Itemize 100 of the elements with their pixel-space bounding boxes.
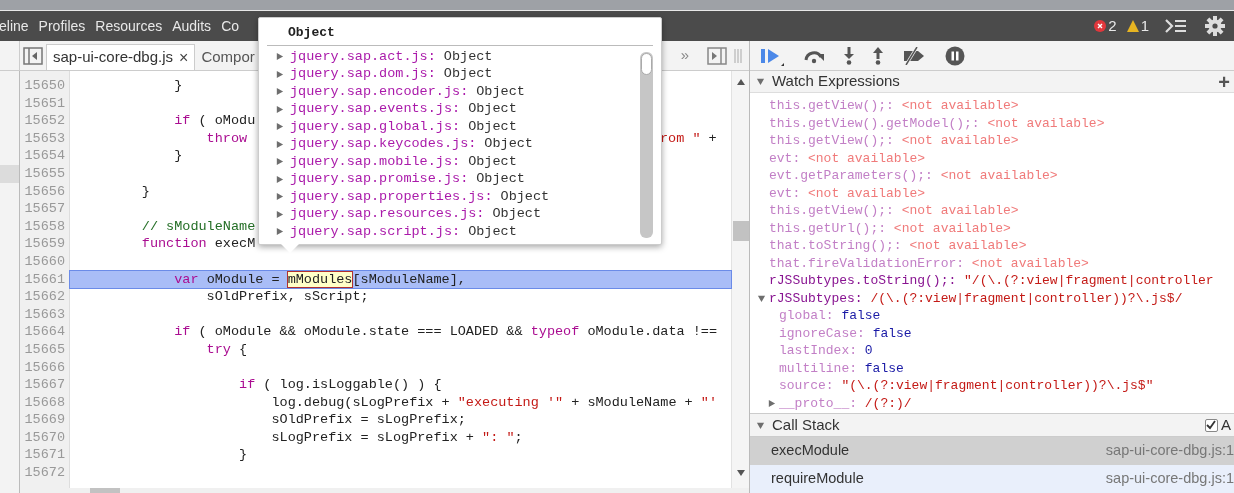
object-property-row[interactable]: jquery.sap.keycodes.js: Object <box>275 135 640 153</box>
sidebar-toggle-icon[interactable] <box>23 47 43 65</box>
drag-handle-icon[interactable] <box>733 48 743 64</box>
line-number: 15663 <box>23 305 65 324</box>
line-number: 15664 <box>23 323 65 341</box>
close-tab-button[interactable]: × <box>179 45 189 70</box>
line-number: 15665 <box>23 340 65 359</box>
code-token: ": " <box>482 429 515 445</box>
line-number: 15654 <box>23 147 65 165</box>
scroll-up-icon[interactable] <box>736 79 745 85</box>
object-property-row[interactable]: jquery.sap.events.js: Object <box>275 100 640 118</box>
file-tab[interactable]: Compor <box>195 44 261 70</box>
scrollbar-thumb[interactable] <box>732 221 749 241</box>
code-token: execM <box>213 236 256 252</box>
code-token: var <box>173 271 199 287</box>
frame-location: sap-ui-core-dbg.js:1 <box>1105 441 1234 461</box>
step-out-icon[interactable] <box>873 46 883 65</box>
object-property-row[interactable]: jquery.sap.resources.js: Object <box>275 205 640 223</box>
watch-value: <not available> <box>940 167 1058 185</box>
object-property-row[interactable]: jquery.sap.promise.js: Object <box>275 170 640 188</box>
horizontal-scrollbar-thumb[interactable] <box>90 488 120 493</box>
object-property-row[interactable]: jquery.sap.dom.js: Object <box>275 65 640 83</box>
code-token: sOldPrefix, sScript; <box>205 289 369 305</box>
watch-expression: this.getView();: <box>769 97 894 115</box>
line-number: 15671 <box>23 446 65 465</box>
console-drawer-icon[interactable] <box>1165 19 1187 33</box>
code-token: [sModuleName], <box>352 271 466 287</box>
line-number: 15655 <box>23 164 65 183</box>
line-number: 15661 <box>23 270 65 289</box>
collapse-arrow-icon[interactable] <box>757 293 766 303</box>
watch-value: <not available> <box>808 149 926 168</box>
watch-expression: that.toString();: <box>769 237 902 255</box>
function-name: execModule <box>771 441 850 461</box>
code-token: typeof <box>530 324 580 340</box>
vertical-scrollbar[interactable] <box>731 71 749 488</box>
pause-icon[interactable] <box>945 45 965 66</box>
watch-expression: source: <box>779 377 834 395</box>
line-number: 15653 <box>23 129 65 148</box>
code-token: sOldPrefix = sLogPrefix; <box>270 412 466 428</box>
watch-value: /(\.(?:view|fragment|controller))?\.js$/ <box>870 289 1183 308</box>
code-token: { <box>238 341 248 357</box>
call-frame[interactable]: requireModule sap-ui-core-dbg.js:1 <box>750 465 1234 493</box>
section-header[interactable]: Watch Expressions + <box>750 71 1234 93</box>
collapse-arrow-icon <box>756 77 765 86</box>
add-expression-button[interactable]: + <box>1218 71 1230 92</box>
panel-tab[interactable]: Co <box>221 15 240 37</box>
settings-icon[interactable] <box>1205 16 1225 36</box>
deactivate-breakpoints-icon[interactable] <box>902 46 926 65</box>
code-token: if <box>173 113 191 129</box>
code-token: ( oModule && oModule.state === LOADED && <box>197 324 524 340</box>
code-token: log.debug(sLogPrefix + <box>270 394 451 410</box>
error-icon <box>1094 20 1107 32</box>
line-number: 15656 <box>23 182 65 201</box>
object-property-row[interactable]: jquery.sap.script.js: Object <box>275 223 640 241</box>
code-token: ( oModu <box>197 113 256 129</box>
warning-count: 1 <box>1140 15 1149 36</box>
code-token: "' <box>700 394 718 410</box>
watch-expression: this.getUrl();: <box>769 219 887 238</box>
line-number: 15650 <box>23 77 65 95</box>
watch-expression: this.getView();: <box>769 132 894 150</box>
watch-value: false <box>841 307 881 325</box>
error-count: 2 <box>1108 15 1117 36</box>
watch-expression: rJSSubtypes.toString();: <box>769 272 957 290</box>
section-header[interactable]: Call Stack A <box>750 413 1234 437</box>
watch-expression: this.getView();: <box>769 202 894 220</box>
hovered-token: mModules <box>287 271 353 287</box>
expand-arrow-icon[interactable] <box>767 398 776 408</box>
frame-location: sap-ui-core-dbg.js:1 <box>1105 469 1234 489</box>
object-property-row[interactable]: jquery.sap.global.js: Object <box>275 118 640 136</box>
popover-scrollbar[interactable] <box>640 52 653 238</box>
panel-tab[interactable]: Profiles <box>38 15 86 37</box>
line-number: 15657 <box>23 200 65 218</box>
watch-expression: evt: <box>769 184 801 203</box>
watch-expression: that.fireValidationError: <box>769 254 965 273</box>
code-token: if <box>238 377 256 393</box>
code-token: } <box>173 148 183 164</box>
line-number: 15652 <box>23 112 65 130</box>
async-label: A <box>1221 414 1231 435</box>
panel-tab[interactable]: Audits <box>172 15 212 37</box>
scrollbar-thumb[interactable] <box>641 53 652 75</box>
scroll-down-icon[interactable] <box>736 470 745 476</box>
step-into-icon[interactable] <box>844 46 854 65</box>
watch-value: <not available> <box>901 97 1019 115</box>
async-checkbox[interactable] <box>1205 418 1218 432</box>
code-token: rom " <box>660 130 701 146</box>
code-token: // sModuleName <box>140 218 256 234</box>
object-property-row[interactable]: jquery.sap.encoder.js: Object <box>275 83 640 101</box>
panel-tab[interactable]: eline <box>0 15 29 37</box>
object-property-row[interactable]: jquery.sap.properties.js: Object <box>275 188 640 206</box>
call-frame[interactable]: execModule sap-ui-core-dbg.js:1 <box>750 437 1234 465</box>
watch-value: <not available> <box>909 237 1027 255</box>
code-token: oModule = <box>205 271 281 287</box>
code-token: function <box>140 236 207 252</box>
object-property-row[interactable]: jquery.sap.act.js: Object <box>275 48 640 66</box>
line-number: 15666 <box>23 358 65 377</box>
object-property-row[interactable]: jquery.sap.mobile.js: Object <box>275 153 640 171</box>
panel-tab[interactable]: Resources <box>95 15 163 37</box>
debugger-sidebar-toggle-icon[interactable] <box>707 47 727 65</box>
file-tab[interactable]: sap-ui-core-dbg.js × <box>46 44 196 70</box>
code-token: } <box>140 183 150 199</box>
